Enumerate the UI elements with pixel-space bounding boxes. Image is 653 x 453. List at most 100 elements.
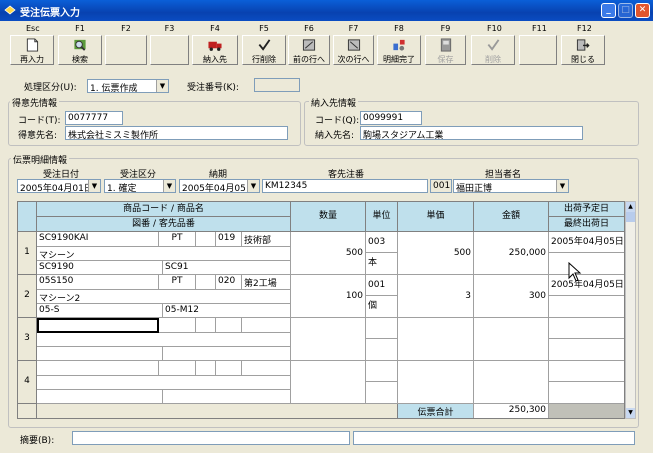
toolbar-button-f11[interactable] xyxy=(519,35,557,65)
cell-price[interactable]: 3 xyxy=(398,275,474,318)
cell-last-ship[interactable] xyxy=(549,253,624,275)
cell-price[interactable]: 500 xyxy=(398,232,474,275)
cell-warehouse[interactable]: 020 xyxy=(216,275,242,290)
memo-field-1[interactable] xyxy=(72,431,350,445)
cell-unit[interactable] xyxy=(366,339,398,361)
delivery-name-field[interactable]: 駒場スタジアム工業 xyxy=(360,126,583,140)
cell-ship-date[interactable]: 2005年04月05日 xyxy=(549,275,624,296)
toolbar-button-f9[interactable]: 保存 xyxy=(425,35,466,65)
order-no-field[interactable] xyxy=(254,78,300,92)
memo-field-2[interactable] xyxy=(353,431,635,445)
staff-code-field[interactable]: 001 xyxy=(430,179,452,193)
cell-amount[interactable]: 250,000 xyxy=(474,232,549,275)
cell-pt[interactable] xyxy=(159,361,196,376)
cell-amount[interactable]: 300 xyxy=(474,275,549,318)
customer-code-field[interactable]: 0077777 xyxy=(65,111,123,125)
toolbar-button-f6[interactable]: 前の行へ xyxy=(288,35,330,65)
cell-price[interactable] xyxy=(398,361,474,404)
grid-scrollbar[interactable]: ▲ ▼ xyxy=(625,201,636,419)
cell-warehouse[interactable] xyxy=(216,361,242,376)
chevron-down-icon[interactable]: ▼ xyxy=(247,180,259,192)
maximize-button[interactable]: □ xyxy=(618,3,633,18)
toolbar-button-esc[interactable]: 再入力 xyxy=(10,35,54,65)
cell-cust-part[interactable]: 05-M12 xyxy=(163,304,291,318)
toolbar-button-f2[interactable] xyxy=(105,35,147,65)
due-date-field[interactable]: 2005年04月05日 ▼ xyxy=(179,179,260,193)
toolbar-button-f8[interactable]: 明細完了 xyxy=(377,35,421,65)
cell-dept[interactable]: 技術部 xyxy=(242,232,291,247)
order-date-field[interactable]: 2005年04月01日 ▼ xyxy=(17,179,101,193)
cell-unit-code[interactable] xyxy=(366,361,398,382)
close-window-button[interactable]: ✕ xyxy=(635,3,650,18)
cell-blank[interactable] xyxy=(196,275,216,290)
cell-amount[interactable] xyxy=(474,361,549,404)
cell-warehouse[interactable]: 019 xyxy=(216,232,242,247)
mode-select[interactable]: 1. 伝票作成 ▼ xyxy=(87,79,169,93)
delivery-code-field[interactable]: 0099991 xyxy=(360,111,422,125)
chevron-down-icon[interactable]: ▼ xyxy=(163,180,175,192)
cell-dept[interactable]: 第2工場 xyxy=(242,275,291,290)
cell-dept[interactable] xyxy=(242,361,291,376)
cell-drawing-no[interactable] xyxy=(37,347,163,361)
order-type-select[interactable]: 1. 確定 ▼ xyxy=(104,179,176,193)
staff-name-select[interactable]: 福田正博 ▼ xyxy=(453,179,569,193)
toolbar-button-f10[interactable]: 削除 xyxy=(471,35,515,65)
chevron-down-icon[interactable]: ▼ xyxy=(556,180,568,192)
cell-qty[interactable]: 100 xyxy=(291,275,366,318)
cell-product-name[interactable]: マシーン xyxy=(37,247,291,261)
cell-cust-part[interactable] xyxy=(163,347,291,361)
cell-product-code[interactable] xyxy=(37,318,159,333)
cell-qty[interactable] xyxy=(291,361,366,404)
cell-last-ship[interactable] xyxy=(549,296,624,318)
cell-unit[interactable]: 個 xyxy=(366,296,398,318)
toolbar-button-f3[interactable] xyxy=(150,35,189,65)
cell-drawing-no[interactable]: SC9190 xyxy=(37,261,163,275)
cell-product-code[interactable]: 05S150 xyxy=(37,275,159,290)
cell-drawing-no[interactable]: 05-S xyxy=(37,304,163,318)
cell-amount[interactable] xyxy=(474,318,549,361)
cell-blank[interactable] xyxy=(196,318,216,333)
scroll-thumb[interactable] xyxy=(626,212,635,222)
toolbar-button-f5[interactable]: 行削除 xyxy=(242,35,286,65)
cell-last-ship[interactable] xyxy=(549,382,624,404)
cell-product-code[interactable]: SC9190KAI xyxy=(37,232,159,247)
detail-grid[interactable]: 商品コード / 商品名 図番 / 客先品番 数量 単位 単価 金額 出荷予定日 … xyxy=(17,201,625,419)
toolbar-button-f7[interactable]: 次の行へ xyxy=(333,35,374,65)
cell-last-ship[interactable] xyxy=(549,339,624,361)
cell-blank[interactable] xyxy=(196,361,216,376)
cell-blank[interactable] xyxy=(196,232,216,247)
cell-product-code[interactable] xyxy=(37,361,159,376)
chevron-down-icon[interactable]: ▼ xyxy=(88,180,100,192)
scroll-up-icon[interactable]: ▲ xyxy=(626,202,635,212)
cell-cust-part[interactable] xyxy=(163,390,291,404)
cell-unit[interactable] xyxy=(366,382,398,404)
cell-ship-date[interactable] xyxy=(549,361,624,382)
minimize-button[interactable]: _ xyxy=(601,3,616,18)
cell-unit-code[interactable]: 003 xyxy=(366,232,398,253)
toolbar-button-f1[interactable]: 検索 xyxy=(58,35,102,65)
cell-qty[interactable] xyxy=(291,318,366,361)
cell-product-name[interactable]: マシーン2 xyxy=(37,290,291,304)
toolbar-button-f12[interactable]: 閉じる xyxy=(561,35,605,65)
toolbar-button-f4[interactable]: 納入先 xyxy=(192,35,238,65)
cell-qty[interactable]: 500 xyxy=(291,232,366,275)
cust-order-field[interactable]: KM12345 xyxy=(262,179,428,193)
cell-warehouse[interactable] xyxy=(216,318,242,333)
cell-unit-code[interactable] xyxy=(366,318,398,339)
cell-product-name[interactable] xyxy=(37,376,291,390)
cell-price[interactable] xyxy=(398,318,474,361)
chevron-down-icon[interactable]: ▼ xyxy=(156,80,168,92)
cell-cust-part[interactable]: SC91 xyxy=(163,261,291,275)
cell-dept[interactable] xyxy=(242,318,291,333)
cell-ship-date[interactable]: 2005年04月05日 xyxy=(549,232,624,253)
cell-drawing-no[interactable] xyxy=(37,390,163,404)
cell-pt[interactable]: PT xyxy=(159,232,196,247)
cell-unit-code[interactable]: 001 xyxy=(366,275,398,296)
cell-pt[interactable] xyxy=(159,318,196,333)
cell-ship-date[interactable] xyxy=(549,318,624,339)
customer-name-field[interactable]: 株式会社ミスミ製作所 xyxy=(65,126,288,140)
scroll-down-icon[interactable]: ▼ xyxy=(626,408,635,418)
cell-pt[interactable]: PT xyxy=(159,275,196,290)
cell-product-name[interactable] xyxy=(37,333,291,347)
cell-unit[interactable]: 本 xyxy=(366,253,398,275)
